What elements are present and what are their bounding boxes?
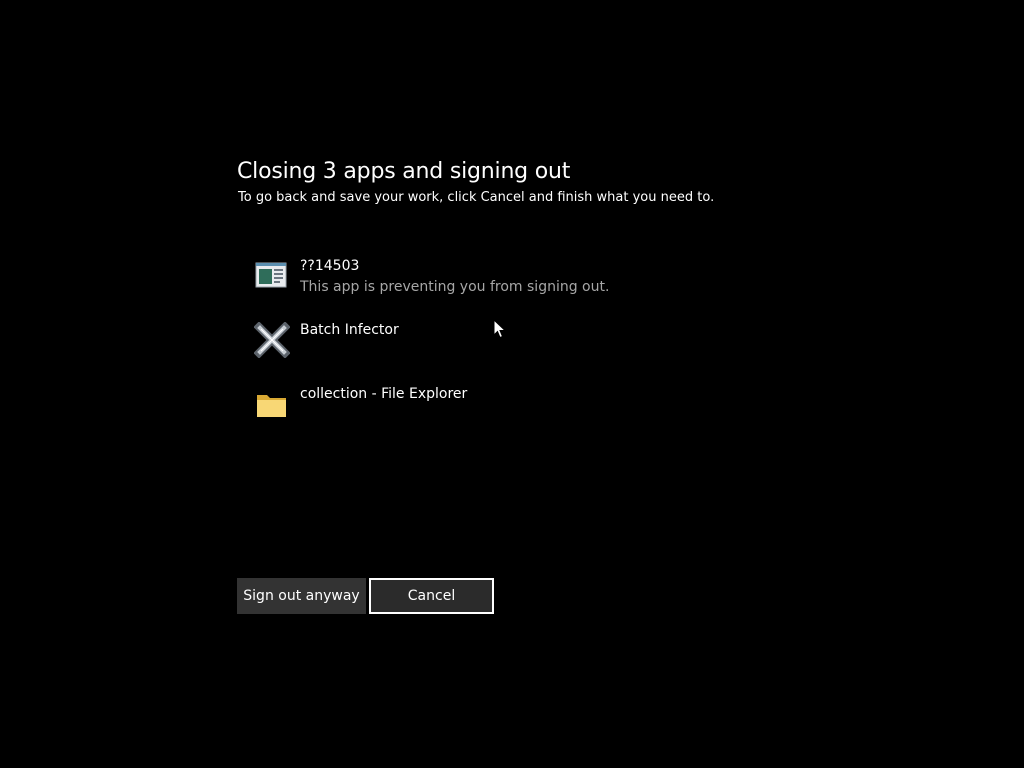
dialog-title: Closing 3 apps and signing out	[237, 159, 571, 184]
list-item-app-14503: ??14503 This app is preventing you from …	[254, 256, 754, 320]
sign-out-anyway-button[interactable]: Sign out anyway	[237, 578, 366, 614]
app-list: ??14503 This app is preventing you from …	[253, 256, 754, 448]
mouse-pointer-icon	[493, 318, 507, 339]
cancel-button[interactable]: Cancel	[369, 578, 494, 614]
dialog-subtitle: To go back and save your work, click Can…	[238, 190, 715, 205]
batch-infector-icon	[253, 321, 291, 359]
app-name: collection - File Explorer	[300, 386, 468, 402]
list-item-file-explorer: collection - File Explorer	[254, 384, 754, 448]
sign-out-screen: Closing 3 apps and signing out To go bac…	[0, 0, 1024, 768]
app-name: ??14503	[300, 258, 360, 274]
app-window-icon	[254, 258, 290, 294]
app-name: Batch Infector	[300, 322, 399, 338]
folder-icon	[254, 386, 290, 422]
app-status: This app is preventing you from signing …	[300, 279, 610, 295]
